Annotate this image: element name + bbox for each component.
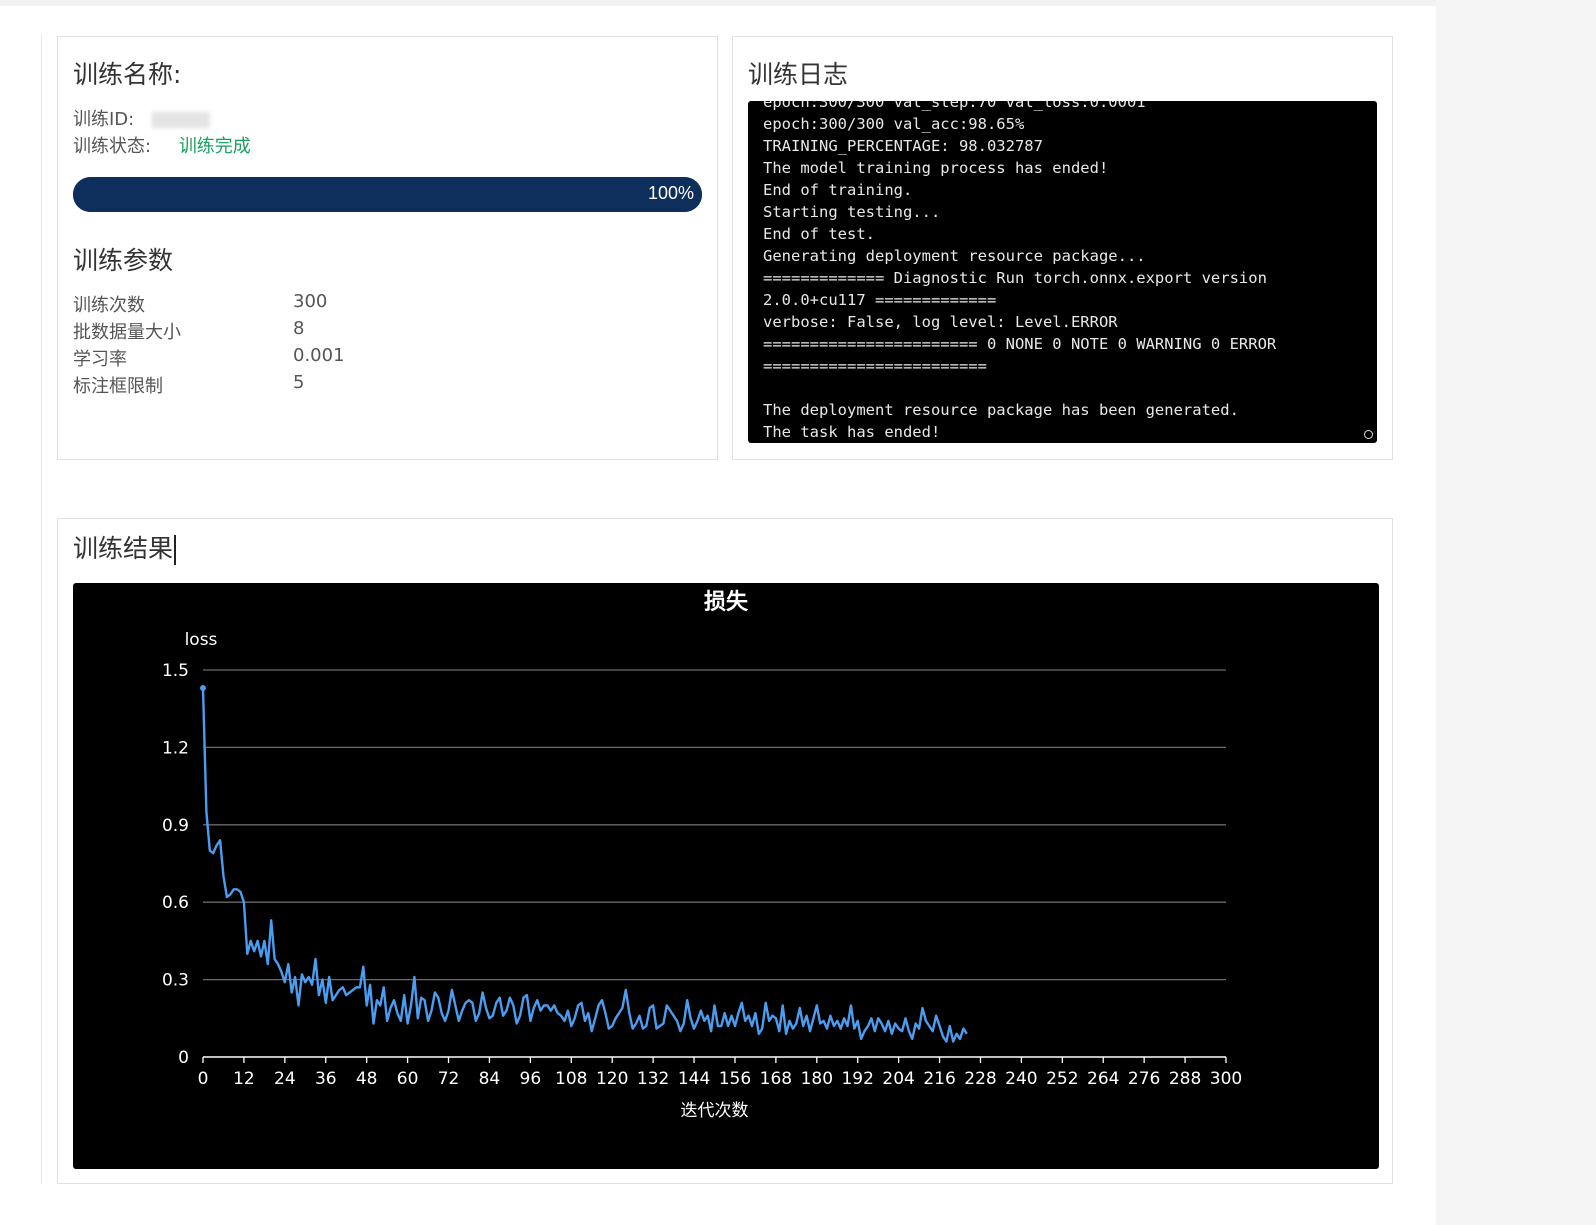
progress-label: 100% (647, 183, 694, 203)
x-tick-label: 252 (1046, 1069, 1078, 1089)
param-label: 标注框限制 (73, 376, 163, 397)
x-tick-label: 132 (637, 1069, 669, 1089)
x-tick-label: 276 (1128, 1069, 1160, 1089)
y-tick-label: 1.5 (162, 661, 189, 681)
x-tick-label: 72 (438, 1069, 460, 1089)
scroll-indicator-icon[interactable] (1364, 430, 1373, 439)
y-axis-label: loss (185, 630, 218, 650)
training-status-row: 训练状态: 训练完成 (73, 132, 251, 158)
training-info-card: 训练名称: 训练ID: 训练状态: 训练完成 100% 训练参数 训练次数 30… (57, 36, 718, 460)
text-cursor (174, 535, 177, 565)
log-line: ======================= 0 NONE 0 NOTE 0 … (763, 335, 1277, 353)
param-label: 学习率 (73, 349, 127, 370)
log-line: ============= Diagnostic Run torch.onnx.… (763, 269, 1267, 287)
log-line: The model training process has ended! (763, 159, 1109, 177)
param-row-batch-size: 批数据量大小 8 (73, 318, 473, 344)
log-line: Generating deployment resource package..… (763, 247, 1146, 265)
loss-series-line (201, 688, 968, 1043)
training-status-label: 训练状态: (73, 136, 152, 157)
training-log-title: 训练日志 (748, 60, 849, 89)
training-status-value: 训练完成 (178, 136, 251, 157)
training-id-value-redacted (152, 112, 211, 128)
x-tick-label: 204 (882, 1069, 914, 1089)
y-tick-label: 0.6 (162, 893, 189, 913)
training-log-card: 训练日志 epoch:300/300 val_step:70 val_loss:… (732, 36, 1393, 460)
loss-chart: 损失 loss 0 0.3 0.6 0.9 1.2 1.5 0 12 24 36 48 60 72 84 96 1… (73, 583, 1379, 1169)
log-line: epoch:300/300 val_acc:98.65% (763, 115, 1025, 133)
y-tick-label: 0.9 (162, 816, 189, 836)
x-tick-label: 120 (596, 1069, 628, 1089)
x-tick-label: 48 (356, 1069, 378, 1089)
x-tick-label: 36 (315, 1069, 337, 1089)
training-progress-bar: 100% (73, 177, 702, 212)
x-tick-label: 288 (1169, 1069, 1201, 1089)
progress-fill (73, 177, 702, 212)
x-tick-label: 168 (760, 1069, 792, 1089)
param-row-epochs: 训练次数 300 (73, 291, 473, 317)
right-gutter (1436, 0, 1596, 1225)
x-tick-label: 108 (555, 1069, 587, 1089)
x-tick-label: 216 (923, 1069, 955, 1089)
left-divider (41, 34, 42, 1184)
x-tick-label: 192 (841, 1069, 873, 1089)
x-tick-label: 0 (198, 1069, 209, 1089)
param-value: 5 (293, 372, 305, 393)
x-tick-label: 96 (520, 1069, 542, 1089)
training-result-title: 训练结果 (73, 529, 177, 565)
log-line: The task has ended! (763, 423, 941, 441)
param-label: 批数据量大小 (73, 322, 181, 343)
param-value: 300 (293, 291, 328, 312)
log-line: verbose: False, log level: Level.ERROR (763, 313, 1118, 331)
log-lines: epoch:300/300 val_step:70 val_loss:0.000… (763, 101, 1368, 443)
param-row-box-limit: 标注框限制 5 (73, 372, 473, 398)
top-bar (0, 0, 1436, 6)
log-line: The deployment resource package has been… (763, 401, 1239, 419)
y-tick-label: 0 (178, 1048, 189, 1068)
loss-series-start-point (200, 685, 206, 692)
log-line: End of training. (763, 181, 913, 199)
x-tick-label: 156 (719, 1069, 751, 1089)
x-tick-label: 144 (678, 1069, 710, 1089)
log-line: 2.0.0+cu117 ============= (763, 291, 997, 309)
y-tick-label: 0.3 (162, 971, 189, 991)
x-tick-label: 264 (1087, 1069, 1119, 1089)
param-row-learning-rate: 学习率 0.001 (73, 345, 473, 371)
loss-chart-svg: 损失 loss 0 0.3 0.6 0.9 1.2 1.5 0 12 24 36 48 60 72 84 96 1… (162, 590, 1242, 1121)
x-tick-label: 180 (801, 1069, 833, 1089)
x-tick-label: 84 (479, 1069, 501, 1089)
param-label: 训练次数 (73, 295, 145, 316)
training-id-label: 训练ID: (73, 109, 135, 130)
x-tick-label: 12 (233, 1069, 255, 1089)
x-tick-label: 60 (397, 1069, 419, 1089)
param-value: 8 (293, 318, 305, 339)
x-tick-label: 228 (964, 1069, 996, 1089)
log-line: ======================== (763, 357, 987, 375)
training-id-row: 训练ID: (73, 105, 211, 131)
x-axis-label: 迭代次数 (681, 1101, 749, 1121)
x-tick-label: 300 (1210, 1069, 1242, 1089)
log-line: epoch:300/300 val_step:70 val_loss:0.000… (763, 101, 1146, 111)
log-line: TRAINING_PERCENTAGE: 98.032787 (763, 137, 1043, 155)
log-line: End of test. (763, 225, 875, 243)
y-tick-label: 1.2 (162, 738, 189, 758)
param-value: 0.001 (293, 345, 345, 366)
training-params-title: 训练参数 (73, 246, 174, 275)
log-line: Starting testing... (763, 203, 941, 221)
training-result-card: 训练结果 损失 loss 0 0.3 0.6 0.9 1.2 1.5 0 12 24 36 48 60 72… (57, 518, 1393, 1184)
chart-title: 损失 (704, 590, 749, 615)
training-name-title: 训练名称: (73, 60, 182, 89)
x-tick-label: 24 (274, 1069, 296, 1089)
x-tick-label: 240 (1005, 1069, 1037, 1089)
log-console[interactable]: epoch:300/300 val_step:70 val_loss:0.000… (748, 101, 1377, 443)
